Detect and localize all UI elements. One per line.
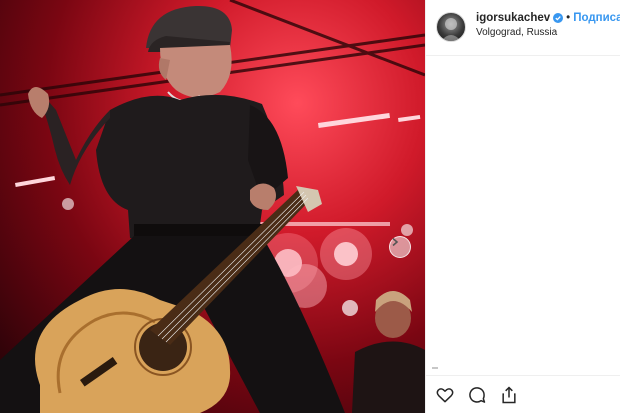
separator: • [566,12,571,24]
follow-button[interactable]: Подписа [573,12,620,24]
share-icon[interactable] [498,384,520,406]
verified-badge-icon [553,13,564,23]
carousel-next-button[interactable] [389,236,411,258]
action-bar [426,375,620,413]
location-link[interactable]: Volgograd, Russia [476,27,620,38]
header-row: igorsukachev • Подписа [476,12,620,24]
heart-icon[interactable] [434,384,456,406]
post-header: igorsukachev • Подписа Volgograd, Russia [426,0,620,56]
concert-photo [0,0,425,413]
instagram-post: igorsukachev • Подписа Volgograd, Russia [0,0,620,413]
username-link[interactable]: igorsukachev [476,12,550,24]
divider [432,367,438,369]
header-text: igorsukachev • Подписа Volgograd, Russia [476,12,620,38]
post-sidebar: igorsukachev • Подписа Volgograd, Russia [425,0,620,413]
comment-bubble-icon[interactable] [466,384,488,406]
post-photo[interactable] [0,0,425,413]
avatar[interactable] [436,12,466,42]
